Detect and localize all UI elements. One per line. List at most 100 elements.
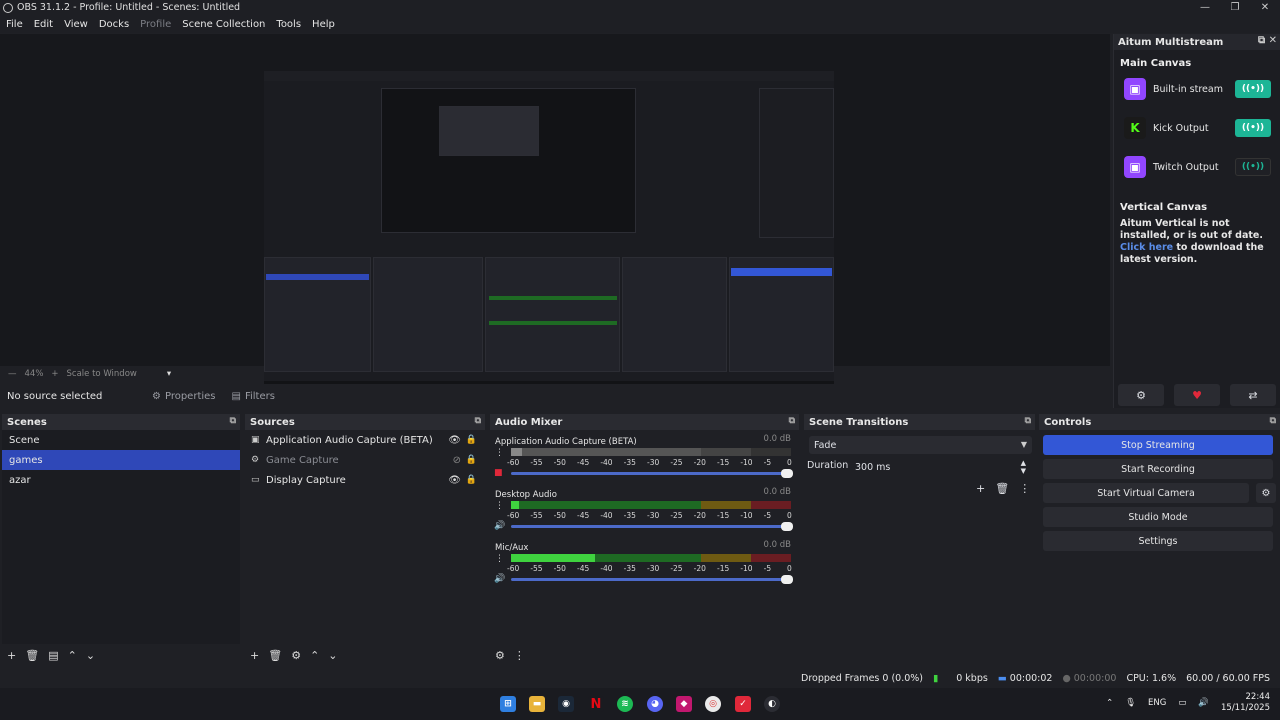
gear-icon[interactable]: ⚙ xyxy=(495,649,505,662)
source-item[interactable]: ⚙ Game Capture ⊘ 🔒 xyxy=(245,450,485,470)
zoom-out-icon[interactable]: — xyxy=(8,369,17,379)
output-toggle-button[interactable]: ((•)) xyxy=(1235,80,1271,98)
add-icon[interactable]: + xyxy=(976,482,985,495)
volume-slider[interactable] xyxy=(511,522,793,531)
studio-mode-button[interactable]: Studio Mode xyxy=(1043,507,1273,527)
twitch-icon: ▣ xyxy=(1124,78,1146,100)
menu-help[interactable]: Help xyxy=(312,19,335,30)
app-red-icon[interactable]: ✓ xyxy=(735,696,751,712)
source-item[interactable]: ▭ Display Capture 👁 🔒 xyxy=(245,470,485,490)
scene-item[interactable]: azar xyxy=(2,470,240,490)
output-toggle-button[interactable]: ((•)) xyxy=(1235,119,1271,137)
steam-icon[interactable]: ◉ xyxy=(558,696,574,712)
lock-icon[interactable]: 🔒 xyxy=(466,435,477,445)
spin-icon[interactable]: ▲ ▼ xyxy=(1021,459,1026,475)
minimize-button[interactable]: — xyxy=(1190,0,1220,15)
speaker-icon[interactable]: 🔊 xyxy=(494,521,505,531)
scene-item-selected[interactable]: games xyxy=(2,450,240,470)
zoom-mode[interactable]: Scale to Window xyxy=(67,369,137,379)
preview-area[interactable] xyxy=(0,34,1110,394)
trash-icon[interactable]: 🗑 xyxy=(995,482,1009,495)
eye-icon[interactable]: 👁 xyxy=(448,475,461,486)
multistream-settings-button[interactable]: ⚙ xyxy=(1118,384,1164,406)
start-virtual-camera-button[interactable]: Start Virtual Camera xyxy=(1043,483,1249,503)
menu-scene-collection[interactable]: Scene Collection xyxy=(182,19,265,30)
windows-start-icon[interactable]: ⊞ xyxy=(500,696,516,712)
trash-icon[interactable]: 🗑 xyxy=(268,649,282,662)
output-toggle-button[interactable]: ((•)) xyxy=(1235,158,1271,176)
dock-float-icon[interactable]: ⧉ xyxy=(1270,416,1276,426)
menu-tools[interactable]: Tools xyxy=(276,19,301,30)
eye-icon[interactable]: 👁 xyxy=(448,435,461,446)
scene-item[interactable]: Scene xyxy=(2,430,240,450)
move-down-icon[interactable]: ⌄ xyxy=(328,649,337,662)
move-down-icon[interactable]: ⌄ xyxy=(86,649,95,662)
transition-select[interactable]: Fade ▼ xyxy=(809,436,1032,454)
virtual-camera-settings-button[interactable]: ⚙ xyxy=(1256,483,1276,503)
donate-button[interactable]: ♥ xyxy=(1174,384,1220,406)
cpu-usage: CPU: 1.6% xyxy=(1126,672,1177,684)
volume-slider[interactable] xyxy=(511,469,793,478)
dock-float-icon[interactable]: ⧉ xyxy=(475,416,481,426)
filter-icon[interactable]: ▤ xyxy=(48,649,58,662)
record-icon: ● xyxy=(1062,672,1071,684)
volume-slider[interactable] xyxy=(511,575,793,584)
muted-speaker-icon[interactable]: ■ xyxy=(494,468,503,478)
language[interactable]: ENG xyxy=(1148,698,1166,708)
kebab-icon[interactable]: ⋮ xyxy=(495,501,504,511)
dock-float-icon[interactable]: ⧉ xyxy=(1025,416,1031,426)
kebab-icon[interactable]: ⋮ xyxy=(495,554,504,564)
spotify-icon[interactable]: ≋ xyxy=(617,696,633,712)
app-icon[interactable]: ◆ xyxy=(676,696,692,712)
download-link[interactable]: Click here xyxy=(1120,242,1173,253)
menu-docks[interactable]: Docks xyxy=(99,19,129,30)
kebab-icon[interactable]: ⋮ xyxy=(1019,482,1030,495)
preview-canvas[interactable] xyxy=(264,71,834,394)
move-up-icon[interactable]: ⌃ xyxy=(310,649,319,662)
speaker-icon[interactable]: 🔊 xyxy=(494,574,505,584)
trash-icon[interactable]: 🗑 xyxy=(25,649,39,662)
transition-value: Fade xyxy=(814,439,837,451)
add-icon[interactable]: + xyxy=(7,649,16,662)
chevron-up-icon[interactable]: ⌃ xyxy=(1106,698,1113,708)
network-icon[interactable]: ▭ xyxy=(1178,698,1186,708)
close-button[interactable]: ✕ xyxy=(1250,0,1280,15)
stop-streaming-button[interactable]: Stop Streaming xyxy=(1043,435,1273,455)
kebab-icon[interactable]: ⋮ xyxy=(514,649,525,662)
gear-icon[interactable]: ⚙ xyxy=(291,649,301,662)
add-icon[interactable]: + xyxy=(250,649,259,662)
maximize-button[interactable]: ❐ xyxy=(1220,0,1250,15)
volume-icon[interactable]: 🔊 xyxy=(1198,698,1209,708)
chevron-down-icon[interactable]: ▾ xyxy=(167,369,171,379)
dock-controls[interactable]: ⧉ ✕ xyxy=(1258,35,1277,46)
multistream-link-button[interactable]: ⇄ xyxy=(1230,384,1276,406)
dock-float-icon[interactable]: ⧉ xyxy=(230,416,236,426)
properties-button[interactable]: ⚙ Properties xyxy=(147,386,221,406)
eye-hidden-icon[interactable]: ⊘ xyxy=(453,455,461,466)
menu-edit[interactable]: Edit xyxy=(34,19,53,30)
obs-icon[interactable]: ◐ xyxy=(764,696,780,712)
kebab-icon[interactable]: ⋮ xyxy=(495,448,504,458)
clock[interactable]: 22:44 15/11/2025 xyxy=(1221,692,1270,714)
controls-title: Controls xyxy=(1044,416,1092,428)
menu-file[interactable]: File xyxy=(6,19,23,30)
mic-icon[interactable]: 🎙 xyxy=(1125,698,1136,708)
dock-float-icon[interactable]: ⧉ xyxy=(789,416,795,426)
zoom-in-icon[interactable]: + xyxy=(51,369,58,379)
settings-button[interactable]: Settings xyxy=(1043,531,1273,551)
lock-icon[interactable]: 🔒 xyxy=(466,475,477,485)
file-explorer-icon[interactable]: ▬ xyxy=(529,696,545,712)
menu-view[interactable]: View xyxy=(64,19,88,30)
duration-input[interactable]: 300 ms ▲ ▼ xyxy=(849,458,1032,476)
chrome-icon[interactable]: ◎ xyxy=(705,696,721,712)
filters-button[interactable]: ▤ Filters xyxy=(227,386,280,406)
lock-icon[interactable]: 🔒 xyxy=(466,455,477,465)
discord-icon[interactable]: ◕ xyxy=(647,696,663,712)
meter-tick-label: 0 xyxy=(787,564,792,573)
move-up-icon[interactable]: ⌃ xyxy=(68,649,77,662)
source-item[interactable]: ▣ Application Audio Capture (BETA) 👁 🔒 xyxy=(245,430,485,450)
start-recording-button[interactable]: Start Recording xyxy=(1043,459,1273,479)
meter-tick-label: -5 xyxy=(763,564,772,573)
netflix-icon[interactable]: N xyxy=(588,696,604,712)
menu-profile[interactable]: Profile xyxy=(140,19,171,30)
